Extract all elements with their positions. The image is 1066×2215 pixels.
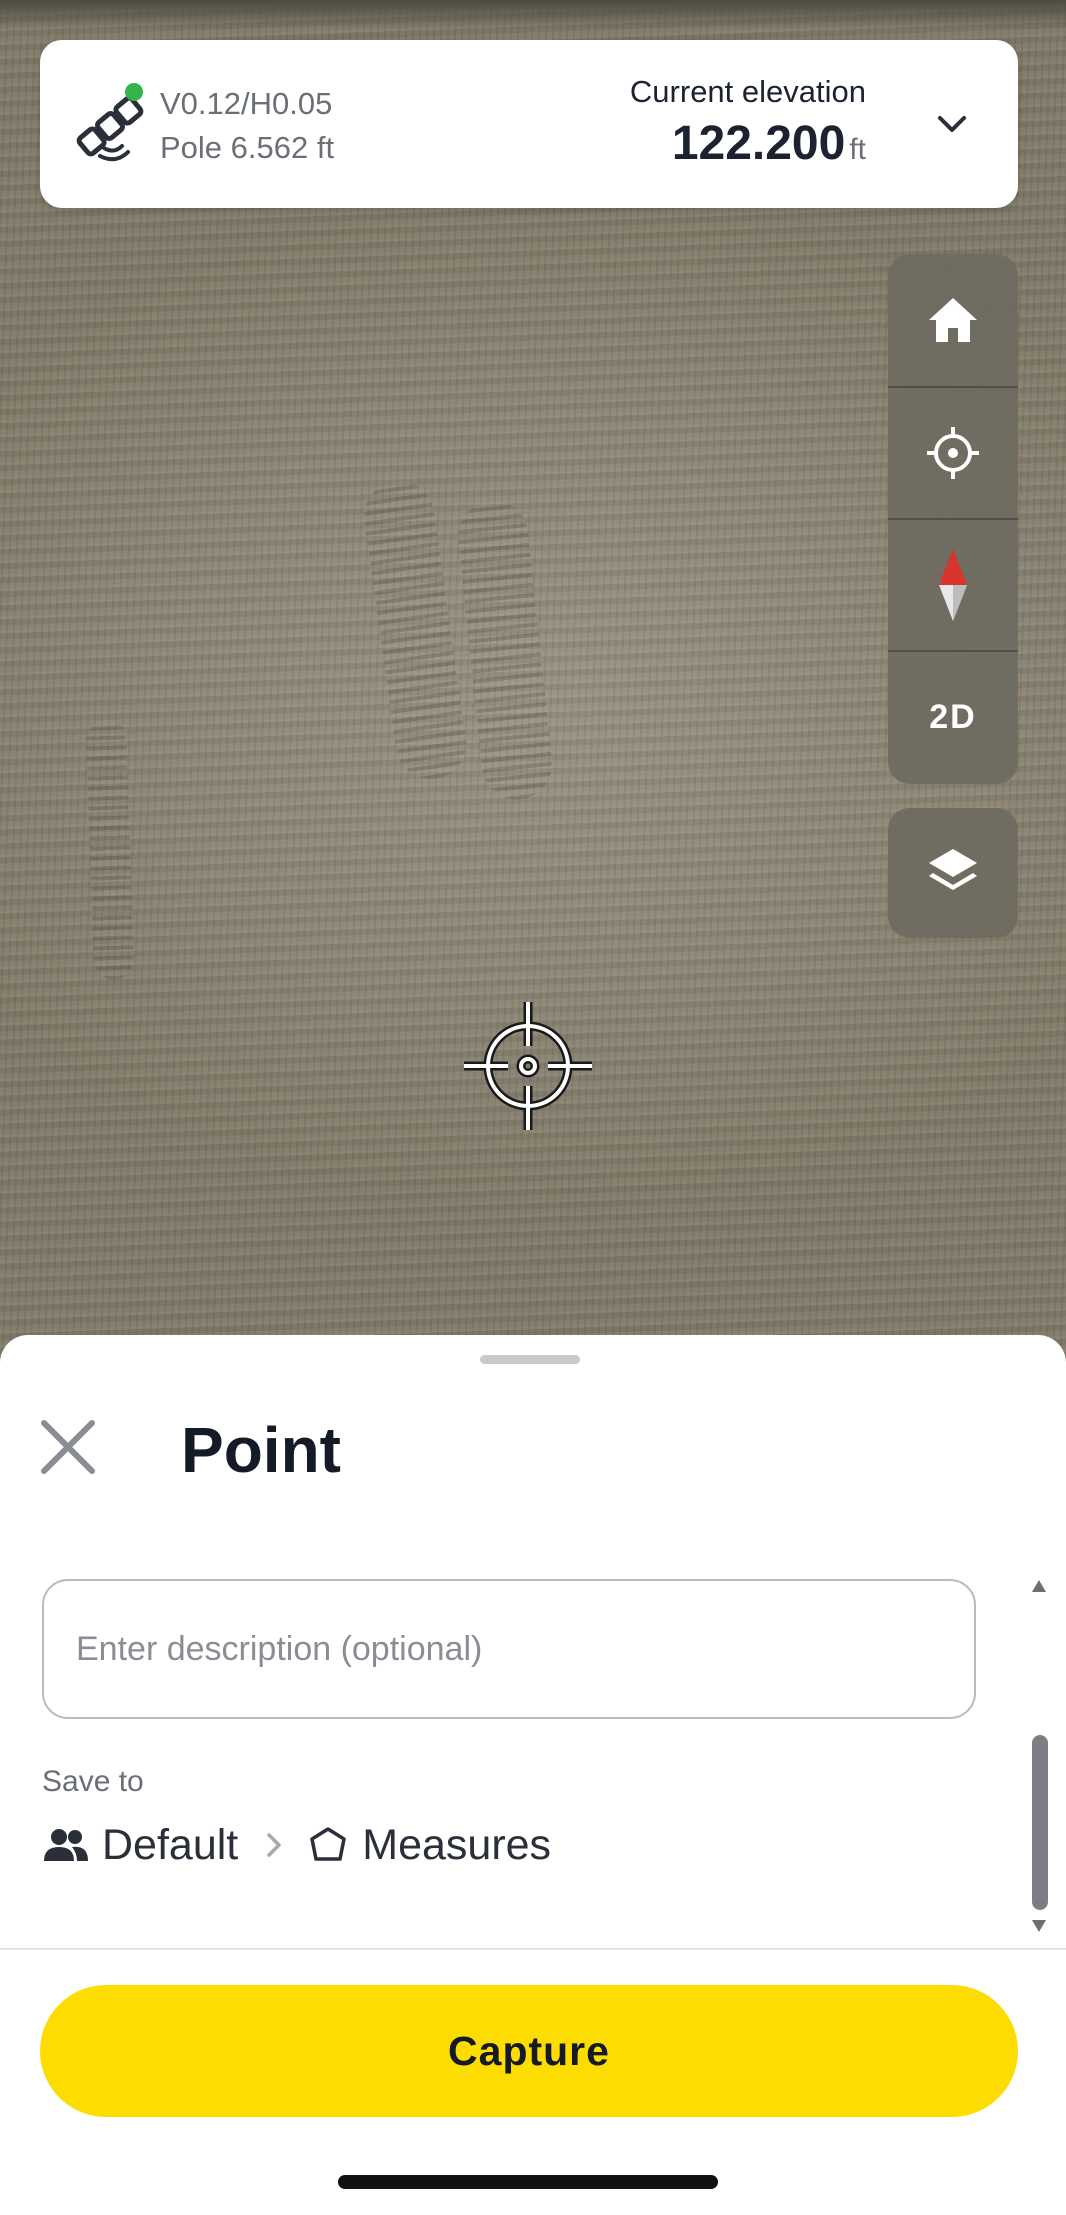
pole-height: Pole 6.562 ft [160, 130, 335, 165]
save-to-project: Default [102, 1820, 239, 1869]
elevation-value: 122.200 [671, 117, 846, 170]
close-button[interactable] [36, 1415, 100, 1479]
description-input[interactable] [42, 1579, 976, 1719]
gnss-status-card[interactable]: V0.12/H0.05 Pole 6.562 ft Current elevat… [40, 40, 1018, 208]
layers-button[interactable] [888, 808, 1018, 938]
map-texture [454, 497, 556, 803]
elevation-label: Current elevation [629, 74, 866, 109]
view-mode-toggle[interactable]: 2D [888, 650, 1018, 782]
capture-button[interactable]: Capture [40, 1985, 1018, 2117]
scrollbar-thumb[interactable] [1032, 1735, 1048, 1910]
gnss-fix-indicator [125, 83, 143, 101]
map-texture [359, 476, 471, 784]
view-mode-label: 2D [929, 697, 977, 736]
layers-icon [929, 849, 977, 890]
scroll-down-arrow-icon[interactable] [1030, 1917, 1048, 1935]
elevation-unit: ft [849, 133, 866, 166]
users-group-icon [44, 1829, 88, 1861]
compass-button[interactable] [888, 518, 1018, 650]
divider [0, 1948, 1066, 1950]
point-capture-sheet: Point Save to Default Measures Capture [0, 1335, 1066, 2215]
map-edge-shade [0, 0, 1066, 30]
locate-button[interactable] [888, 386, 1018, 518]
home-indicator[interactable] [338, 2175, 718, 2189]
precision-info: V0.12/H0.05 Pole 6.562 ft [160, 82, 334, 170]
map-texture [85, 719, 135, 981]
expand-status-button[interactable] [924, 96, 980, 152]
save-to-selector[interactable]: Default Measures [42, 1815, 551, 1875]
map-controls: 2D [888, 254, 1018, 784]
elevation-readout: 122.200 ft [672, 116, 866, 171]
sheet-title: Point [181, 1414, 341, 1486]
home-button[interactable] [888, 254, 1018, 386]
chevron-right-icon [267, 1833, 281, 1857]
chevron-down-icon [938, 116, 966, 132]
locate-crosshair-icon [927, 427, 979, 479]
compass-icon [939, 549, 967, 621]
capture-target-crosshair-icon [464, 1002, 592, 1130]
sheet-drag-handle[interactable] [480, 1355, 580, 1364]
precision-values: V0.12/H0.05 [160, 86, 333, 121]
save-to-layer: Measures [362, 1820, 552, 1869]
close-icon [41, 1420, 95, 1474]
home-icon [929, 298, 977, 342]
gnss-receiver-icon [76, 83, 144, 162]
save-to-label: Save to [42, 1765, 144, 1798]
layer-polygon-icon [310, 1827, 346, 1861]
scroll-up-arrow-icon[interactable] [1030, 1577, 1048, 1595]
